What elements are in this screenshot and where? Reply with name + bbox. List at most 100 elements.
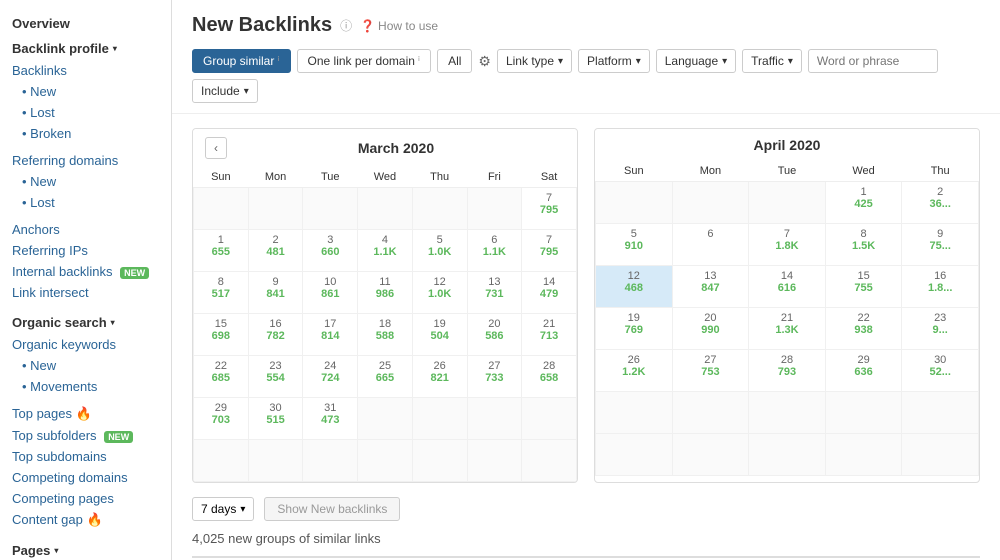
calendar-cell[interactable]: 975... [902,224,979,266]
calendar-cell[interactable]: 14479 [522,272,577,314]
calendar-cell[interactable]: 19769 [596,308,673,350]
word-phrase-input[interactable] [808,49,938,73]
calendar-cell[interactable]: 28658 [522,356,577,398]
calendar-cell[interactable]: 236... [902,182,979,224]
calendar-cell-selected[interactable]: 12468 [596,266,673,308]
sidebar-item-top-subdomains[interactable]: Top subdomains [0,446,171,467]
calendar-cell[interactable] [749,182,826,224]
calendar-cell[interactable]: 3660 [303,230,358,272]
calendar-cell[interactable]: 27753 [672,350,749,392]
calendar-cell[interactable]: 25665 [358,356,413,398]
calendar-cell[interactable]: 19504 [412,314,467,356]
calendar-cell[interactable]: 41.1K [358,230,413,272]
calendar-cell[interactable] [749,392,826,434]
calendar-cell[interactable]: 261.2K [596,350,673,392]
sidebar-organic-search[interactable]: Organic search ▾ [0,309,171,334]
sidebar-item-anchors[interactable]: Anchors [0,219,171,240]
traffic-dropdown[interactable]: Traffic ▾ [742,49,802,73]
calendar-cell[interactable]: 15755 [825,266,902,308]
calendar-cell[interactable]: 239... [902,308,979,350]
calendar-cell[interactable]: 51.0K [412,230,467,272]
calendar-cell[interactable] [412,188,467,230]
calendar-cell[interactable] [303,440,358,482]
calendar-cell[interactable]: 26821 [412,356,467,398]
days-dropdown[interactable]: 7 days ▾ [192,497,254,521]
calendar-cell[interactable]: 5910 [596,224,673,266]
sidebar-item-ref-lost[interactable]: Lost [0,192,171,213]
sidebar-item-referring-ips[interactable]: Referring IPs [0,240,171,261]
calendar-cell[interactable] [467,188,522,230]
calendar-cell[interactable] [825,434,902,476]
all-button[interactable]: All [437,49,472,73]
calendar-cell[interactable]: 121.0K [412,272,467,314]
calendar-cell[interactable]: 6 [672,224,749,266]
calendar-cell[interactable] [358,398,413,440]
sidebar-backlink-profile[interactable]: Backlink profile ▾ [0,35,171,60]
sidebar-item-competing-pages[interactable]: Competing pages [0,488,171,509]
calendar-cell[interactable]: 27733 [467,356,522,398]
calendar-cell[interactable] [467,440,522,482]
sidebar-item-internal-backlinks[interactable]: Internal backlinks NEW [0,261,171,282]
sidebar-item-referring-domains[interactable]: Referring domains [0,150,171,171]
calendar-cell[interactable] [902,392,979,434]
calendar-cell[interactable]: 18588 [358,314,413,356]
calendar-cell[interactable]: 10861 [303,272,358,314]
calendar-cell[interactable]: 20990 [672,308,749,350]
sidebar-item-competing-domains[interactable]: Competing domains [0,467,171,488]
sidebar-item-top-subfolders[interactable]: Top subfolders NEW [0,425,171,446]
calendar-cell[interactable]: 17814 [303,314,358,356]
calendar-cell[interactable]: 15698 [194,314,249,356]
calendar-cell[interactable] [248,440,303,482]
calendar-cell[interactable] [194,440,249,482]
calendar-cell[interactable] [672,434,749,476]
link-type-dropdown[interactable]: Link type ▾ [497,49,572,73]
calendar-cell[interactable] [522,440,577,482]
calendar-prev-button[interactable]: ‹ [205,137,227,159]
calendar-cell[interactable]: 9841 [248,272,303,314]
sidebar-item-org-new[interactable]: New [0,355,171,376]
calendar-cell[interactable] [596,182,673,224]
sidebar-item-backlinks[interactable]: Backlinks [0,60,171,81]
calendar-cell[interactable]: 13731 [467,272,522,314]
sidebar-item-movements[interactable]: Movements [0,376,171,397]
calendar-cell[interactable]: 23554 [248,356,303,398]
one-link-per-domain-button[interactable]: One link per domain ⁱ [297,49,432,73]
calendar-cell[interactable]: 71.8K [749,224,826,266]
calendar-cell[interactable]: 7795 [522,230,577,272]
calendar-cell[interactable]: 211.3K [749,308,826,350]
gear-icon[interactable]: ⚙ [478,53,491,70]
calendar-cell[interactable]: 22685 [194,356,249,398]
calendar-cell[interactable] [303,188,358,230]
language-dropdown[interactable]: Language ▾ [656,49,736,73]
calendar-cell[interactable]: 22938 [825,308,902,350]
calendar-cell[interactable]: 16782 [248,314,303,356]
calendar-cell[interactable]: 61.1K [467,230,522,272]
calendar-cell[interactable]: 161.8... [902,266,979,308]
sidebar-item-lost[interactable]: Lost [0,102,171,123]
calendar-cell[interactable] [672,182,749,224]
calendar-cell[interactable] [596,434,673,476]
platform-dropdown[interactable]: Platform ▾ [578,49,650,73]
calendar-cell[interactable] [412,398,467,440]
calendar-cell[interactable] [672,392,749,434]
calendar-cell[interactable] [248,188,303,230]
calendar-cell[interactable] [749,434,826,476]
calendar-cell[interactable] [467,398,522,440]
calendar-cell[interactable]: 3052... [902,350,979,392]
sidebar-item-link-intersect[interactable]: Link intersect [0,282,171,303]
calendar-cell[interactable]: 14616 [749,266,826,308]
calendar-cell[interactable]: 21713 [522,314,577,356]
calendar-cell[interactable]: 24724 [303,356,358,398]
how-to-use-link[interactable]: ❓ How to use [360,19,438,33]
calendar-cell[interactable]: 1425 [825,182,902,224]
info-icon[interactable]: ⓘ [340,17,352,34]
calendar-cell[interactable]: 8517 [194,272,249,314]
calendar-cell[interactable] [825,392,902,434]
calendar-cell[interactable] [902,434,979,476]
calendar-cell[interactable]: 2481 [248,230,303,272]
sidebar-item-top-pages[interactable]: Top pages 🔥 [0,403,171,425]
calendar-cell[interactable] [358,188,413,230]
sidebar-item-content-gap[interactable]: Content gap 🔥 [0,509,171,531]
sidebar-item-organic-keywords[interactable]: Organic keywords [0,334,171,355]
group-similar-button[interactable]: Group similar ⁱ [192,49,291,73]
